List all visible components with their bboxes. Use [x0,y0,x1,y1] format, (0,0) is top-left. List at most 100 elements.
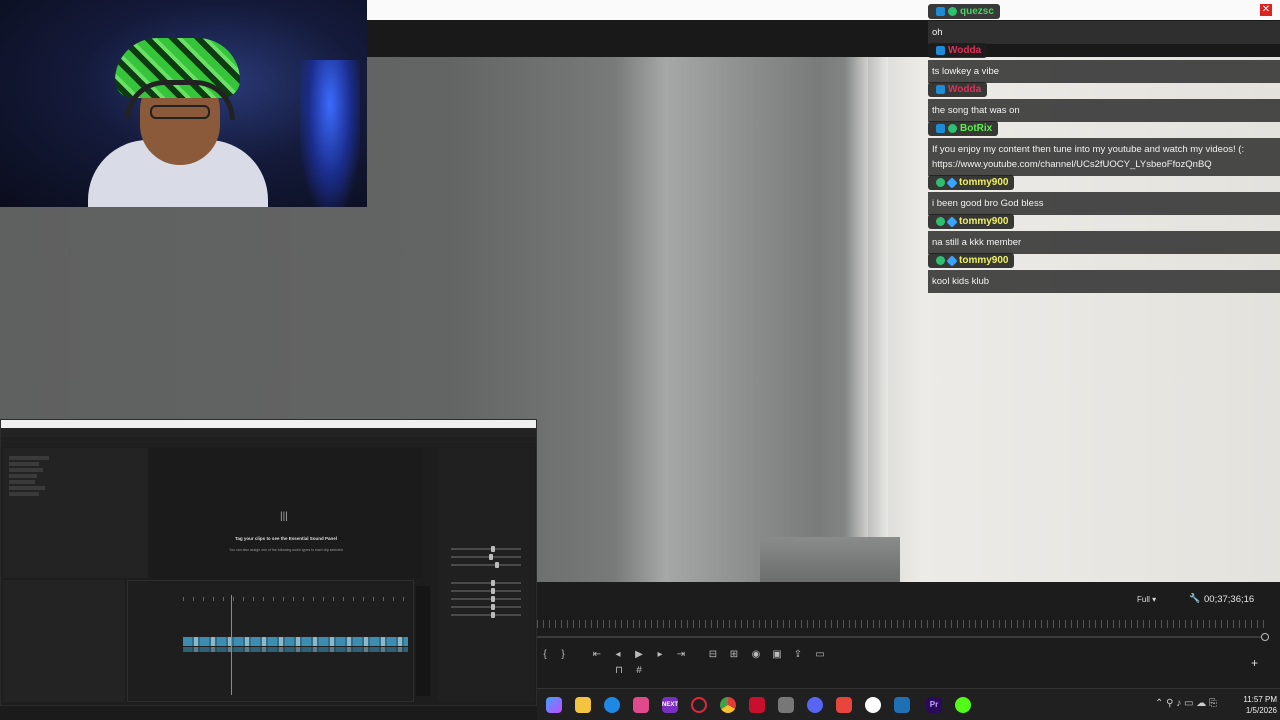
chat-header: Wodda [928,82,988,97]
extract-icon[interactable]: ⊞ [726,648,742,662]
list-item[interactable] [9,492,39,496]
clock[interactable]: 11:57 PM 1/5/2026 [1227,694,1277,716]
diamond-icon [946,176,958,189]
chat-text: the song that was on [928,99,1280,122]
play-icon[interactable]: ▶ [631,648,647,662]
badge-icon [936,7,945,16]
slider[interactable] [451,596,521,602]
slider-knob[interactable] [491,546,495,552]
slider-knob[interactable] [495,562,499,568]
discord-icon[interactable] [807,697,823,713]
premiere-menubar[interactable] [1,428,536,437]
list-item[interactable] [9,486,45,490]
fit-label: Full [1137,595,1150,604]
audio-meter [416,586,430,696]
app-icon[interactable] [836,697,852,713]
chat-text: oh [928,21,1280,44]
lift-icon[interactable]: ⊟ [705,648,721,662]
safe-margins-icon[interactable]: ▭ [812,648,828,662]
playhead[interactable] [1261,633,1269,641]
camera-icon[interactable]: ◉ [748,648,764,662]
slider[interactable] [451,604,521,610]
slider-knob[interactable] [489,554,493,560]
video-track[interactable] [183,637,408,646]
chat-text: na still a kkk member [928,231,1280,254]
chat-header: Wodda [928,43,988,58]
chat-message: BotRix If you enjoy my content then tune… [928,120,1280,176]
essential-sound-panel[interactable]: ||| Tag your clips to see the Essential … [150,448,422,578]
slider[interactable] [451,546,521,552]
slider[interactable] [451,562,521,568]
step-back-icon[interactable]: ◂ [610,648,626,662]
chat-overlay: quezsc oh Wodda ts lowkey a vibe Wodda t… [928,0,1280,293]
timeline-panel[interactable] [127,580,414,702]
chat-message: Wodda ts lowkey a vibe [928,42,1280,83]
chat-message: quezsc oh [928,3,1280,44]
mark-in-icon[interactable]: { [537,648,553,662]
slider-knob[interactable] [491,588,495,594]
app-icon[interactable] [865,697,881,713]
go-to-out-icon[interactable]: ⇥ [673,648,689,662]
program-monitor-controls: Full ▾ 🔧 00;37;36;16 { } ⇤ ◂ ▶ ▸ ⇥ ⊟ ⊞ ◉… [537,582,1280,688]
slider[interactable] [451,554,521,560]
slider[interactable] [451,588,521,594]
opera-icon[interactable] [691,697,707,713]
app-icon[interactable] [749,697,765,713]
slider[interactable] [451,580,521,586]
time-ruler[interactable] [537,620,1267,628]
premiere-window[interactable]: ||| Tag your clips to see the Essential … [0,419,537,706]
copilot-icon[interactable] [546,697,562,713]
playhead[interactable] [231,595,232,695]
app-icon[interactable] [633,697,649,713]
slider[interactable] [451,612,521,618]
list-item[interactable] [9,474,37,478]
premiere-icon[interactable]: Pr [926,697,942,713]
slider-knob[interactable] [491,596,495,602]
media-browser-panel[interactable] [3,580,125,702]
scrub-bar[interactable] [537,636,1267,638]
time-ruler[interactable] [183,597,411,601]
go-to-in-icon[interactable]: ⇤ [589,648,605,662]
system-tray-icons[interactable]: ⌃ ⚲ ♪ ▭ ☁ ⎘ [1155,698,1217,709]
verified-icon [948,7,957,16]
grid-icon[interactable]: # [631,664,647,678]
add-button-icon[interactable]: + [1251,656,1258,670]
next-icon[interactable]: NEXT [662,697,678,713]
wrench-icon[interactable]: 🔧 [1189,593,1200,604]
chat-username: BotRix [960,123,993,134]
list-item[interactable] [9,462,39,466]
app-icon[interactable] [894,697,910,713]
premiere-taskbar [0,706,537,720]
settings-icon[interactable] [778,697,794,713]
video-wall-edge [868,57,888,582]
file-explorer-icon[interactable] [575,697,591,713]
multicam-icon[interactable]: ▣ [769,648,785,662]
clock-date: 1/5/2026 [1245,706,1277,715]
slider-knob[interactable] [491,580,495,586]
audio-track[interactable] [183,647,408,652]
slider-knob[interactable] [491,612,495,618]
webcam-feed [0,0,367,207]
list-item[interactable] [9,468,43,472]
edge-icon[interactable] [604,697,620,713]
premiere-titlebar [1,420,536,428]
project-panel[interactable] [3,448,148,578]
slider-knob[interactable] [491,604,495,610]
list-item[interactable] [9,456,49,460]
export-icon[interactable]: ⇪ [790,648,806,662]
mark-out-icon[interactable]: } [555,648,571,662]
chat-text: ts lowkey a vibe [928,60,1280,83]
kick-icon[interactable] [955,697,971,713]
chrome-icon[interactable] [720,697,736,713]
lumetri-panel[interactable] [437,448,535,702]
chat-text: i been good bro God bless [928,192,1280,215]
chat-header: quezsc [928,4,1000,19]
chat-username: tommy900 [959,255,1009,266]
fit-dropdown[interactable]: Full ▾ [1137,595,1156,604]
step-forward-icon[interactable]: ▸ [652,648,668,662]
premiere-workspace-tabs[interactable] [1,437,536,447]
verified-icon [936,217,945,226]
trim-icon[interactable]: ⊓ [611,664,627,678]
essential-sound-sub: You can also assign one of the following… [229,548,343,552]
list-item[interactable] [9,480,35,484]
